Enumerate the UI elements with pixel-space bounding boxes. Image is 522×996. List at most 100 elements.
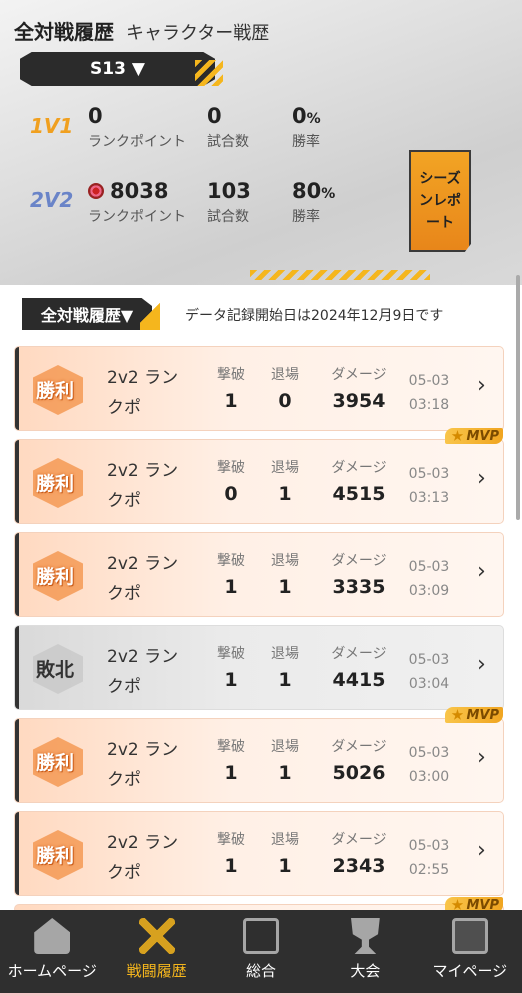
damage-header: ダメージ bbox=[331, 553, 387, 569]
damage-header: ダメージ bbox=[331, 646, 387, 662]
value: 80% bbox=[292, 179, 336, 203]
star-icon bbox=[451, 709, 464, 720]
deaths-value: 1 bbox=[278, 483, 292, 505]
stat-1v1-matches: 0 試合数 bbox=[207, 104, 249, 151]
season-selector[interactable]: S13 ▼ bbox=[20, 52, 215, 86]
match-card[interactable]: 勝利 2v2 ランクポ 撃破 1 退場 0 ダメージ 3954 05-03 03:18 › bbox=[14, 346, 504, 431]
nav-item-tournament[interactable]: 大会 bbox=[313, 910, 417, 996]
damage-value: 2343 bbox=[332, 855, 386, 877]
match-date: 05-03 bbox=[408, 373, 450, 389]
nav-item-home[interactable]: ホームページ bbox=[0, 910, 104, 996]
result-label: 勝利 bbox=[35, 752, 74, 774]
match-type: 2v2 ランクポ bbox=[107, 740, 179, 790]
match-datetime: 05-03 03:09 bbox=[403, 555, 455, 603]
result-badge: 勝利 bbox=[15, 533, 95, 616]
damage-column: ダメージ 2343 bbox=[319, 829, 399, 877]
match-time: 03:00 bbox=[408, 769, 450, 785]
nav-item-overview[interactable]: 総合 bbox=[209, 910, 313, 996]
deaths-column: 退場 1 bbox=[265, 457, 305, 505]
deaths-value: 1 bbox=[278, 762, 292, 784]
chevron-right-icon: › bbox=[477, 559, 486, 584]
result-badge: 勝利 bbox=[15, 347, 95, 430]
kills-header: 撃破 bbox=[217, 367, 245, 383]
match-datetime: 05-03 03:04 bbox=[403, 648, 455, 696]
bottom-navigation: ホームページ 戦闘履歴 総合 大会 マイページ bbox=[0, 910, 522, 996]
nav-label: マイページ bbox=[432, 962, 508, 980]
kills-value: 1 bbox=[224, 669, 238, 691]
stat-1v1-win-rate: 0% 勝率 bbox=[292, 104, 321, 151]
scrollbar[interactable] bbox=[516, 275, 520, 520]
match-type: 2v2 ランクポ bbox=[107, 647, 179, 697]
tab-all-matches[interactable]: 全対戦履歴 bbox=[14, 16, 114, 45]
kills-value: 1 bbox=[224, 855, 238, 877]
kills-value: 1 bbox=[224, 762, 238, 784]
match-date: 05-03 bbox=[408, 466, 450, 482]
mode-label-1v1: 1V1 bbox=[30, 114, 74, 138]
match-card[interactable]: 勝利 2v2 ランクポ 撃破 1 退場 1 ダメージ 3335 05-03 03:09 › bbox=[14, 532, 504, 617]
deaths-column: 退場 1 bbox=[265, 829, 305, 877]
kills-column: 撃破 1 bbox=[211, 736, 251, 784]
stat-2v2-rank-points: 8038 ランクポイント bbox=[88, 179, 186, 226]
season-label: S13 bbox=[90, 59, 126, 79]
kills-column: 撃破 0 bbox=[211, 457, 251, 505]
deaths-column: 退場 1 bbox=[265, 643, 305, 691]
match-datetime: 05-03 03:18 bbox=[403, 369, 455, 417]
match-card[interactable]: 勝利 2v2 ランクポ 撃破 1 退場 1 ダメージ 2343 05-03 02:55 › bbox=[14, 811, 504, 896]
rank-emblem-icon bbox=[88, 183, 104, 199]
damage-value: 5026 bbox=[332, 762, 386, 784]
match-datetime: 05-03 03:00 bbox=[403, 741, 455, 789]
nav-item-my-page[interactable]: マイページ bbox=[418, 910, 522, 996]
damage-column: ダメージ 5026 bbox=[319, 736, 399, 784]
deaths-value: 0 bbox=[278, 390, 292, 412]
deaths-value: 1 bbox=[278, 855, 292, 877]
value: 0 bbox=[207, 104, 222, 128]
match-time: 03:13 bbox=[408, 490, 450, 506]
kills-header: 撃破 bbox=[217, 646, 245, 662]
profile-card-icon bbox=[451, 918, 488, 954]
decorative-stripe bbox=[140, 296, 160, 330]
label: 勝率 bbox=[292, 134, 320, 150]
kills-column: 撃破 1 bbox=[211, 829, 251, 877]
result-label: 勝利 bbox=[35, 845, 74, 867]
season-report-button[interactable]: シーズンレポート bbox=[409, 150, 471, 252]
deaths-column: 退場 1 bbox=[265, 736, 305, 784]
decorative-stripe bbox=[250, 270, 430, 280]
stat-2v2-win-rate: 80% 勝率 bbox=[292, 179, 335, 226]
match-card[interactable]: 敗北 2v2 ランクポ 撃破 1 退場 1 ダメージ 4415 05-03 03:04 › bbox=[14, 625, 504, 710]
damage-value: 4515 bbox=[332, 483, 386, 505]
kills-value: 1 bbox=[224, 390, 238, 412]
kills-header: 撃破 bbox=[217, 553, 245, 569]
tab-character-record[interactable]: キャラクター戦歴 bbox=[126, 19, 269, 45]
nav-label: ホームページ bbox=[7, 962, 97, 980]
result-label: 敗北 bbox=[35, 659, 74, 681]
match-type: 2v2 ランクポ bbox=[107, 833, 179, 883]
damage-column: ダメージ 4415 bbox=[319, 643, 399, 691]
header-tabs: 全対戦履歴 キャラクター戦歴 bbox=[14, 16, 269, 45]
result-badge: 勝利 bbox=[15, 812, 95, 895]
match-datetime: 05-03 03:13 bbox=[403, 462, 455, 510]
match-card[interactable]: 勝利 2v2 ランクポ 撃破 0 退場 1 ダメージ 4515 05-03 03:13 › bbox=[14, 439, 504, 524]
damage-header: ダメージ bbox=[331, 367, 387, 383]
damage-value: 3954 bbox=[332, 390, 386, 412]
match-date: 05-03 bbox=[408, 559, 450, 575]
deaths-header: 退場 bbox=[271, 832, 299, 848]
deaths-value: 1 bbox=[278, 576, 292, 598]
result-badge: 勝利 bbox=[15, 440, 95, 523]
chevron-right-icon: › bbox=[477, 652, 486, 677]
kills-header: 撃破 bbox=[217, 460, 245, 476]
record-start-note: データ記録開始日は2024年12月9日です bbox=[185, 308, 444, 324]
label: 試合数 bbox=[207, 209, 249, 225]
label: ランクポイント bbox=[88, 209, 186, 225]
match-card[interactable]: 勝利 2v2 ランクポ 撃破 1 退場 1 ダメージ 5026 05-03 03:00 › bbox=[14, 718, 504, 803]
match-time: 03:18 bbox=[408, 397, 450, 413]
kills-value: 1 bbox=[224, 576, 238, 598]
stat-1v1-rank-points: 0 ランクポイント bbox=[88, 104, 186, 151]
match-filter-dropdown[interactable]: 全対戦履歴▼ bbox=[22, 298, 152, 330]
value: 0% bbox=[292, 104, 321, 128]
nav-item-battle-history[interactable]: 戦闘履歴 bbox=[104, 910, 208, 996]
damage-header: ダメージ bbox=[331, 460, 387, 476]
kills-column: 撃破 1 bbox=[211, 643, 251, 691]
damage-column: ダメージ 3335 bbox=[319, 550, 399, 598]
deaths-header: 退場 bbox=[271, 460, 299, 476]
stat-2v2-matches: 103 試合数 bbox=[207, 179, 251, 226]
